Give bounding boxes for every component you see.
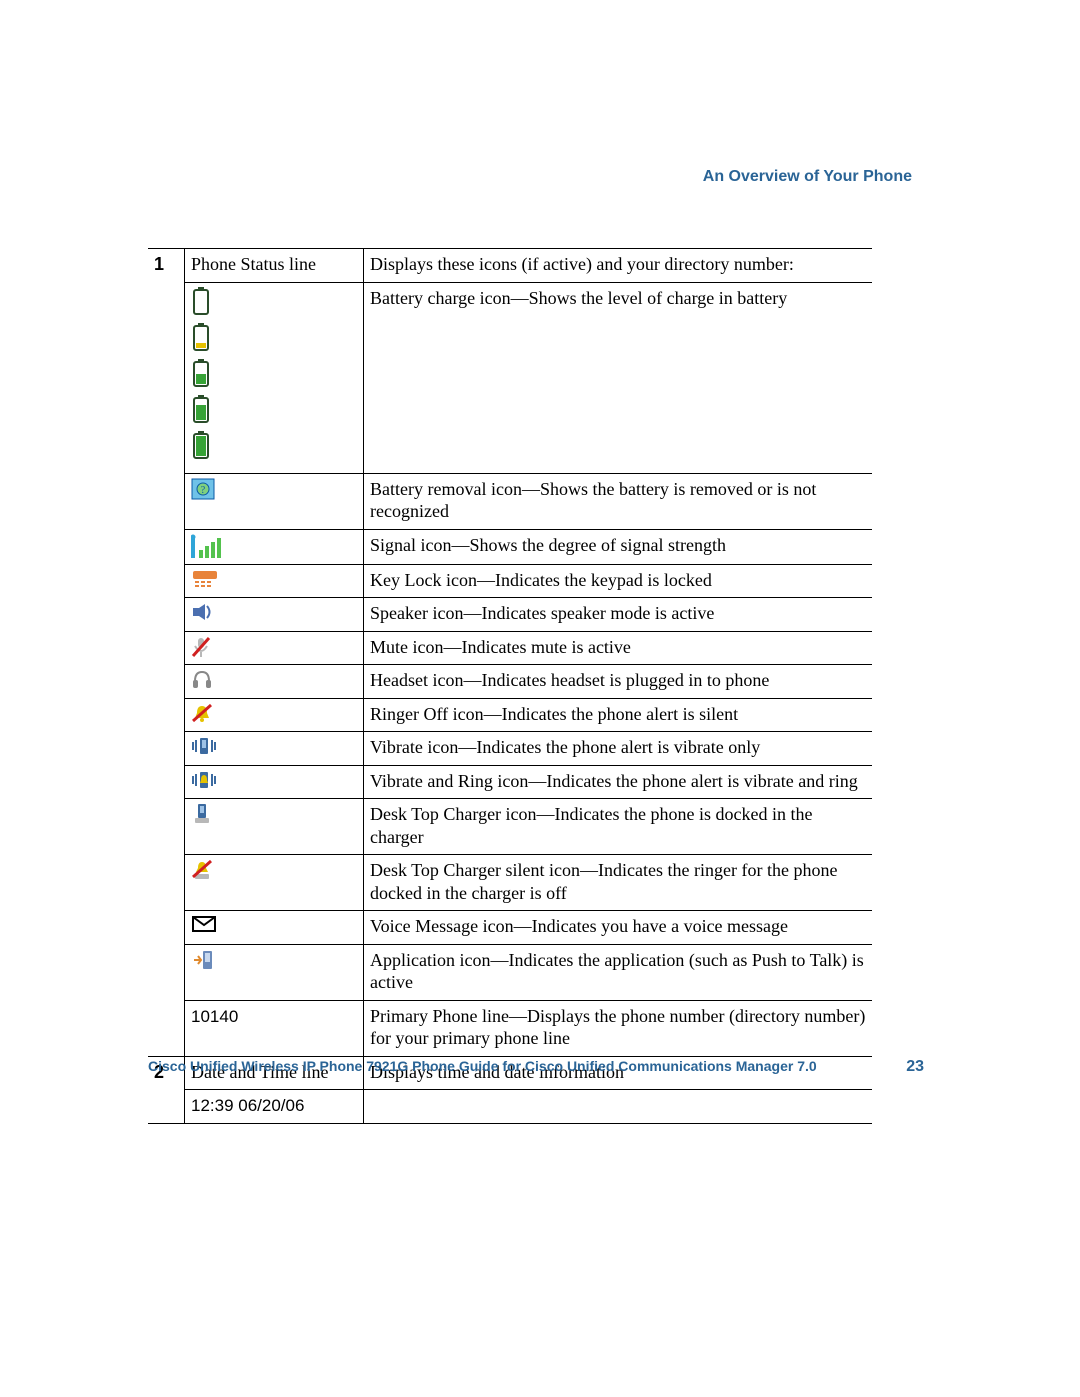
voicemail-desc: Voice Message icon—Indicates you have a … <box>364 911 873 945</box>
signal-desc: Signal icon—Shows the degree of signal s… <box>364 529 873 564</box>
footer-title: Cisco Unified Wireless IP Phone 7921G Ph… <box>148 1058 817 1074</box>
battery-removal-desc: Battery removal icon—Shows the battery i… <box>364 473 873 529</box>
battery-desc: Battery charge icon—Shows the level of c… <box>364 282 873 473</box>
ringer-desc: Ringer Off icon—Indicates the phone aler… <box>364 698 873 732</box>
vibrate-icon <box>191 736 357 756</box>
ringer-off-icon <box>191 703 357 723</box>
speaker-desc: Speaker icon—Indicates speaker mode is a… <box>364 598 873 632</box>
phone-status-table: 1 Phone Status line Displays these icons… <box>148 248 872 1124</box>
row1-label: Phone Status line <box>185 249 364 283</box>
datetime-desc-empty <box>364 1090 873 1124</box>
key-lock-icon <box>191 569 357 589</box>
signal-icon <box>191 534 357 558</box>
vibrate-ring-desc: Vibrate and Ring icon—Indicates the phon… <box>364 765 873 799</box>
vibrate-desc: Vibrate icon—Indicates the phone alert i… <box>364 732 873 766</box>
charger-desc: Desk Top Charger icon—Indicates the phon… <box>364 799 873 855</box>
voice-message-icon <box>191 915 357 933</box>
battery-removal-icon: ? <box>191 478 357 500</box>
primary-number-example: 10140 <box>191 1007 238 1026</box>
application-desc: Application icon—Indicates the applicati… <box>364 944 873 1000</box>
page-number: 23 <box>906 1058 924 1076</box>
datetime-example: 12:39 06/20/06 <box>191 1096 304 1115</box>
charger-silent-desc: Desk Top Charger silent icon—Indicates t… <box>364 855 873 911</box>
main-table-wrapper: 1 Phone Status line Displays these icons… <box>148 248 872 1124</box>
headset-desc: Headset icon—Indicates headset is plugge… <box>364 665 873 699</box>
desktop-charger-silent-icon <box>191 859 357 881</box>
vibrate-ring-icon <box>191 770 357 790</box>
mute-icon <box>191 636 357 658</box>
section-header: An Overview of Your Phone <box>703 168 912 186</box>
row1-desc: Displays these icons (if active) and you… <box>364 249 873 283</box>
svg-text:?: ? <box>201 485 206 496</box>
keylock-desc: Key Lock icon—Indicates the keypad is lo… <box>364 564 873 598</box>
battery-charge-icon <box>191 287 357 459</box>
headset-icon <box>191 669 357 691</box>
page-footer: Cisco Unified Wireless IP Phone 7921G Ph… <box>148 1058 932 1076</box>
mute-desc: Mute icon—Indicates mute is active <box>364 631 873 665</box>
speaker-icon <box>191 602 357 622</box>
primary-desc: Primary Phone line—Displays the phone nu… <box>364 1000 873 1056</box>
row-number-1: 1 <box>148 249 185 1057</box>
desktop-charger-icon <box>191 803 357 825</box>
application-icon <box>191 949 357 971</box>
